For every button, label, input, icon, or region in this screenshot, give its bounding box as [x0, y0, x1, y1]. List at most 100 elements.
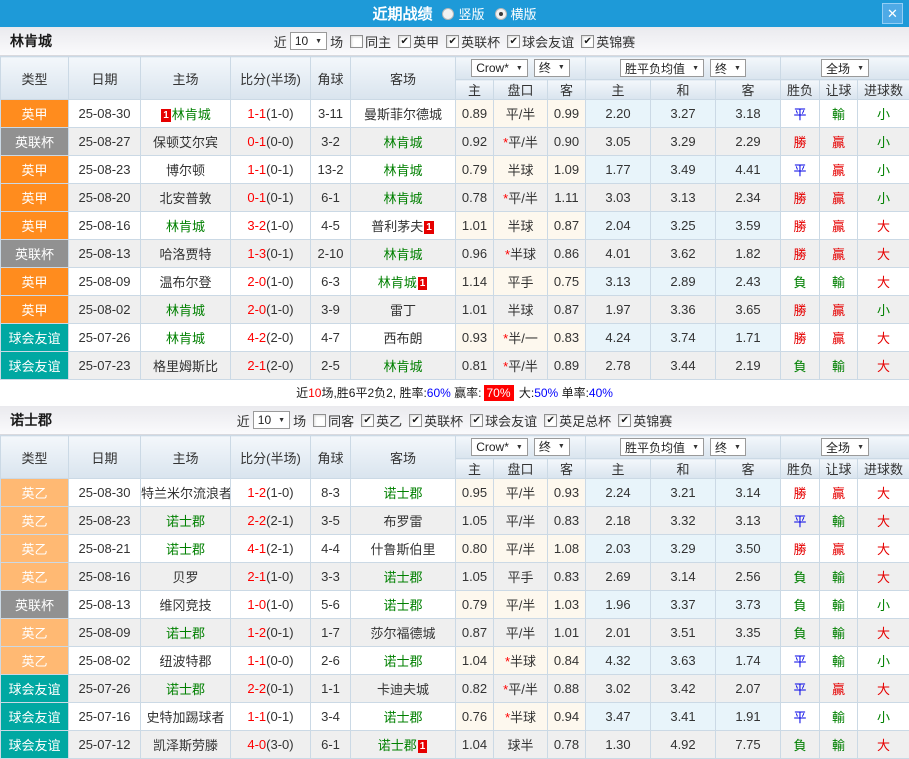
score-cell: 2-2(2-1): [231, 507, 311, 535]
handicap-cell: 半球: [494, 212, 548, 240]
league-filter-checkbox[interactable]: 英锦赛: [618, 411, 672, 430]
avg-draw-cell: 3.13: [651, 184, 716, 212]
match-count-select[interactable]: 10▼: [290, 32, 327, 50]
home-team-cell: 林肯城: [141, 296, 231, 324]
checkbox-label: 英甲: [413, 32, 439, 51]
date-cell: 25-08-30: [69, 479, 141, 507]
home-team-cell: 1林肯城: [141, 100, 231, 128]
handicap-value: 半球: [507, 163, 533, 178]
column-header: 主场: [141, 57, 231, 100]
league-filter-checkbox[interactable]: 英乙: [361, 411, 402, 430]
header-select[interactable]: 终▼: [710, 59, 746, 77]
avg-draw-cell: 3.36: [651, 296, 716, 324]
handicap-away-odds-cell: 1.11: [548, 184, 586, 212]
avg-home-cell: 2.24: [586, 479, 651, 507]
header-select[interactable]: 胜平负均值▼: [620, 59, 704, 77]
near-label: 近: [237, 411, 250, 430]
handicap-home-odds-cell: 1.04: [456, 647, 494, 675]
header-select[interactable]: 终▼: [534, 59, 570, 77]
header-select[interactable]: 全场▼: [821, 59, 869, 77]
result-text: 勝: [794, 219, 807, 234]
handicap-value: 平/半: [508, 682, 538, 697]
result-cell: 負: [781, 352, 820, 380]
select-value: Crow*: [476, 440, 509, 454]
result-text: 勝: [794, 247, 807, 262]
result-cell: 平: [781, 507, 820, 535]
avg-draw-cell: 3.27: [651, 100, 716, 128]
chevron-down-icon: ▼: [734, 65, 741, 72]
avg-draw-cell: 3.32: [651, 507, 716, 535]
league-filter-checkbox[interactable]: 英联杯: [446, 32, 500, 51]
handicap-result-cell: 贏: [820, 324, 858, 352]
league-filter-checkbox[interactable]: 球会友谊: [507, 32, 574, 51]
result-text: 大: [877, 275, 890, 290]
avg-away-cell: 4.41: [716, 156, 781, 184]
team-name: 诺士郡: [378, 738, 417, 753]
fulltime-score: 1-2: [247, 625, 266, 640]
sub-column-header: 客: [548, 459, 586, 479]
same-venue-checkbox[interactable]: 同客: [313, 411, 354, 430]
layout-option-vertical[interactable]: 竖版: [442, 4, 484, 23]
fulltime-score: 4-1: [247, 541, 266, 556]
fulltime-score: 2-2: [247, 681, 266, 696]
team-name: 莎尔福德城: [370, 626, 435, 641]
header-select[interactable]: 终▼: [710, 438, 746, 456]
chevron-down-icon: ▼: [516, 65, 523, 72]
league-filter-checkbox[interactable]: 英足总杯: [544, 411, 611, 430]
goals-result-cell: 大: [858, 212, 909, 240]
avg-home-cell: 2.78: [586, 352, 651, 380]
header-select[interactable]: 全场▼: [821, 438, 869, 456]
date-cell: 25-07-23: [69, 352, 141, 380]
summary-part: 赢率:: [451, 386, 482, 400]
corner-cell: 3-4: [311, 703, 351, 731]
result-text: 輸: [832, 570, 845, 585]
avg-draw-cell: 3.29: [651, 128, 716, 156]
handicap-value: 半球: [510, 247, 536, 262]
handicap-result-cell: 贏: [820, 296, 858, 324]
layout-option-horizontal[interactable]: 横版: [495, 4, 537, 23]
layout-option-label: 竖版: [458, 4, 484, 23]
league-filter-checkbox[interactable]: 英甲: [398, 32, 439, 51]
layout-option-label: 横版: [511, 4, 537, 23]
fulltime-score: 1-1: [247, 709, 266, 724]
league-filter-checkbox[interactable]: 英锦赛: [581, 32, 635, 51]
header-select[interactable]: Crow*▼: [471, 438, 528, 456]
header-select[interactable]: 胜平负均值▼: [620, 438, 704, 456]
date-cell: 25-08-23: [69, 156, 141, 184]
match-type-cell: 英甲: [1, 184, 69, 212]
handicap-result-cell: 輸: [820, 507, 858, 535]
handicap-result-cell: 贏: [820, 212, 858, 240]
avg-home-cell: 1.97: [586, 296, 651, 324]
avg-draw-cell: 3.21: [651, 479, 716, 507]
fulltime-score: 4-2: [247, 330, 266, 345]
close-button[interactable]: ✕: [882, 3, 903, 24]
handicap-cell: *平/半: [494, 352, 548, 380]
league-filter-checkbox[interactable]: 球会友谊: [470, 411, 537, 430]
league-filter-checkbox[interactable]: 英联杯: [409, 411, 463, 430]
column-header: 类型: [1, 57, 69, 100]
result-cell: 平: [781, 156, 820, 184]
team-name: 诺士郡: [166, 514, 205, 529]
sub-column-header: 盘口: [494, 459, 548, 479]
match-type-cell: 球会友谊: [1, 324, 69, 352]
handicap-cell: *半/一: [494, 324, 548, 352]
header-select[interactable]: Crow*▼: [471, 59, 528, 77]
same-venue-checkbox[interactable]: 同主: [350, 32, 391, 51]
team-name: 凯泽斯劳滕: [153, 738, 218, 753]
matches-table: 类型日期主场比分(半场)角球客场Crow*▼终▼胜平负均值▼终▼全场▼主盘口客主…: [0, 56, 909, 380]
avg-home-cell: 1.77: [586, 156, 651, 184]
match-type-cell: 英甲: [1, 212, 69, 240]
team-name: 维冈竞技: [159, 598, 211, 613]
header-select[interactable]: 终▼: [534, 438, 570, 456]
avg-away-cell: 1.82: [716, 240, 781, 268]
score-cell: 1-1(0-1): [231, 156, 311, 184]
avg-draw-cell: 3.63: [651, 647, 716, 675]
team-name: 林肯城: [383, 135, 422, 150]
section-team-name: 诺士郡: [10, 410, 52, 430]
score-cell: 2-0(1-0): [231, 296, 311, 324]
match-row: 球会友谊25-07-23格里姆斯比2-1(2-0)2-5林肯城0.81*平/半0…: [1, 352, 909, 380]
result-text: 贏: [832, 247, 845, 262]
checkbox-icon: [544, 414, 557, 427]
column-header: 主场: [141, 436, 231, 479]
match-count-select[interactable]: 10▼: [253, 411, 290, 429]
